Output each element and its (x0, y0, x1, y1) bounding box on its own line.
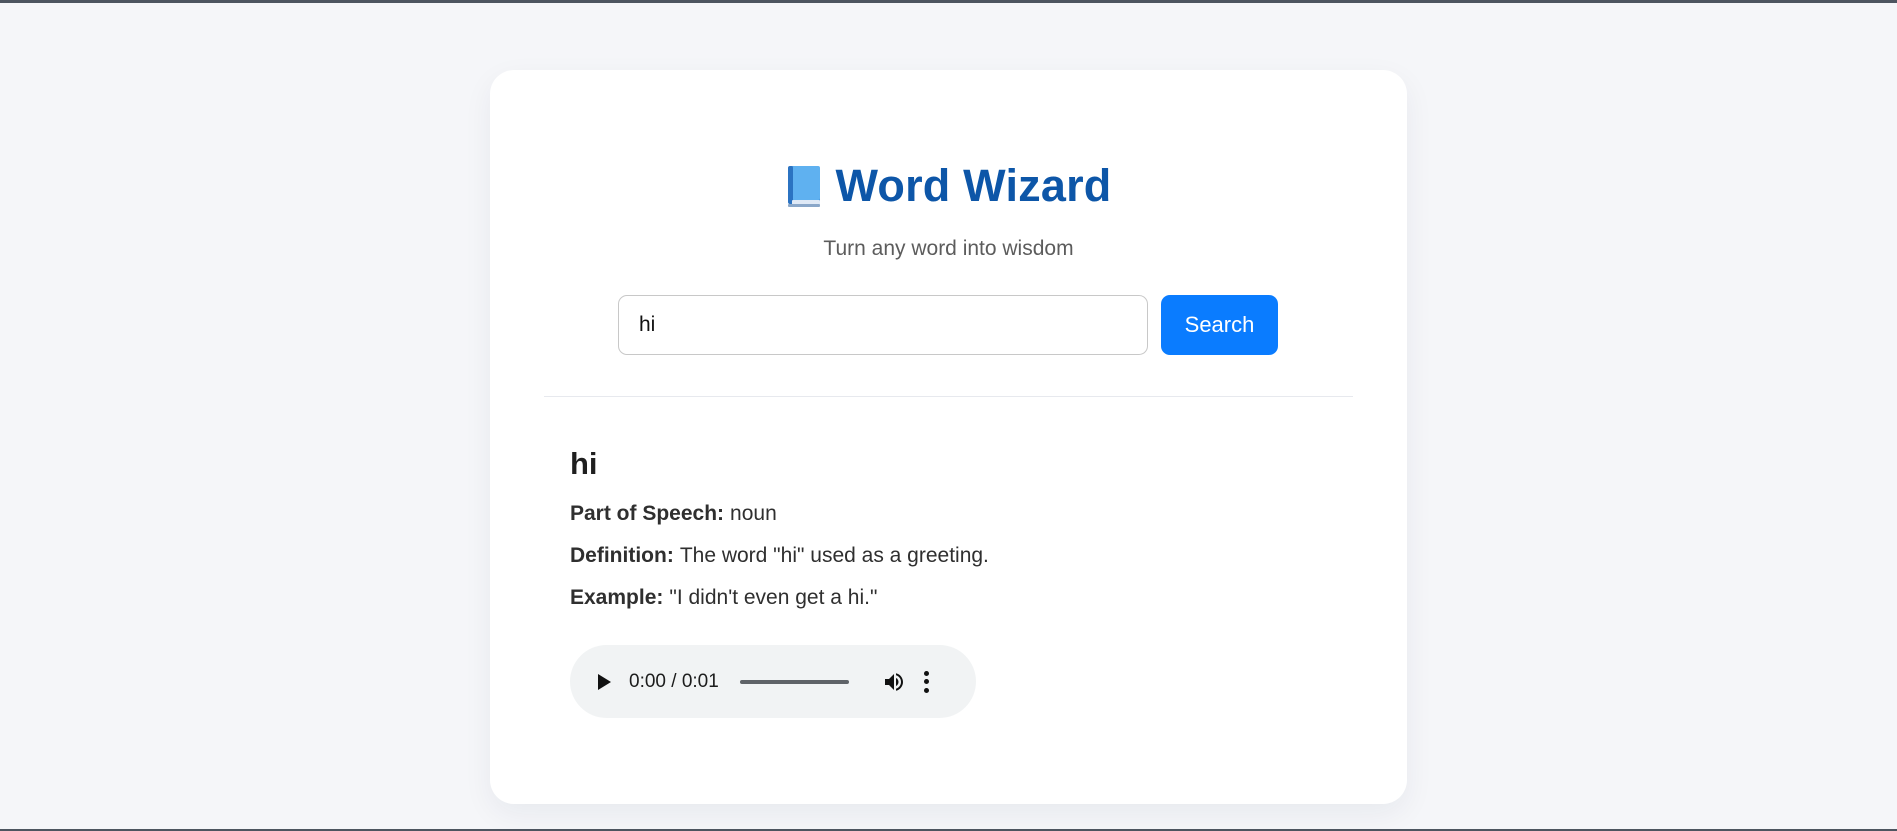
volume-icon[interactable] (882, 670, 906, 694)
result-word: hi (570, 446, 598, 481)
part-of-speech-label: Part of Speech: (570, 502, 725, 525)
example-row: Example: "I didn't even get a hi." (570, 586, 1330, 610)
search-input[interactable] (618, 295, 1148, 355)
dictionary-card: Word Wizard Turn any word into wisdom Se… (490, 70, 1407, 804)
header: Word Wizard (490, 160, 1407, 212)
divider (544, 396, 1353, 397)
definition-value: The word "hi" used as a greeting. (679, 544, 989, 567)
blue-book-icon (786, 164, 822, 208)
part-of-speech-value: noun (730, 502, 777, 525)
definition-label: Definition: (570, 544, 674, 567)
part-of-speech-row: Part of Speech: noun (570, 502, 1330, 526)
word-result: hi Part of Speech: noun Definition: The wo… (570, 446, 1330, 628)
search-button[interactable]: Search (1161, 295, 1278, 355)
app-title: Word Wizard (835, 160, 1112, 211)
definition-row: Definition: The word "hi" used as a greet… (570, 544, 1330, 568)
app-subtitle: Turn any word into wisdom (823, 237, 1074, 260)
audio-progress-bar[interactable] (739, 679, 849, 684)
audio-time: 0:00 / 0:01 (629, 670, 719, 692)
search-bar: Search (618, 295, 1278, 355)
play-icon[interactable] (598, 673, 611, 690)
example-value: "I didn't even get a hi." (669, 586, 878, 609)
more-options-icon[interactable] (924, 670, 930, 693)
audio-player[interactable]: 0:00 / 0:01 (570, 645, 976, 718)
example-label: Example: (570, 586, 664, 609)
